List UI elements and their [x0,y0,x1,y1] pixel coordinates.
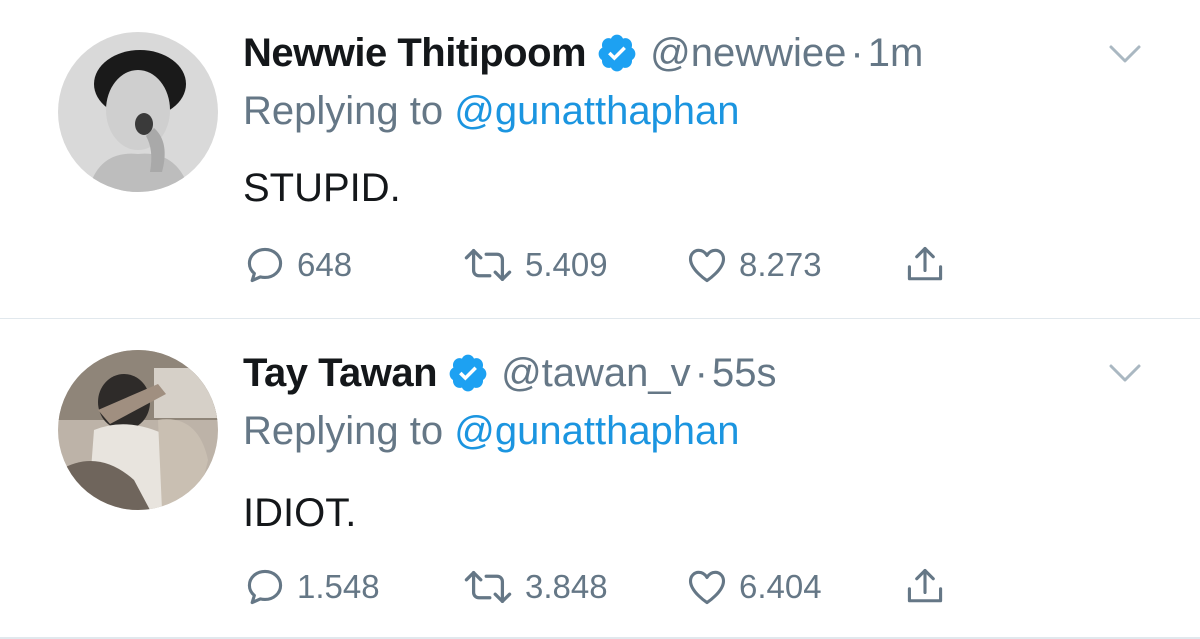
replying-to-label: Replying to [243,89,444,133]
retweet-count: 3.848 [525,568,608,605]
retweet-count: 5.409 [525,246,608,283]
retweet-icon [464,570,512,604]
like-count: 6.404 [739,568,822,605]
retweet-icon [464,248,512,282]
display-name[interactable]: Tay Tawan [243,351,438,396]
reply-handle-link[interactable]: @gunatthaphan [454,89,739,133]
share-button[interactable] [903,240,947,290]
avatar[interactable] [58,32,218,192]
like-button[interactable]: 6.404 [685,562,822,612]
tweet[interactable]: Tay Tawan @tawan_v · 55s Replying to @gu… [0,319,1200,639]
avatar[interactable] [58,350,218,510]
display-name[interactable]: Newwie Thitipoom [243,31,587,76]
tweet-header: Tay Tawan @tawan_v · 55s [243,348,777,398]
tweet-text: STUPID. [243,166,401,210]
replying-to: Replying to @gunatthaphan [243,409,740,454]
like-count: 8.273 [739,246,822,283]
share-button[interactable] [903,562,947,612]
like-button[interactable]: 8.273 [685,240,822,290]
retweet-button[interactable]: 5.409 [461,240,608,290]
share-icon [907,568,943,603]
share-icon [907,246,943,281]
verified-badge-icon [449,354,487,392]
timestamp[interactable]: 1m [868,31,924,76]
user-handle[interactable]: @tawan_v [501,351,691,396]
reply-handle-link[interactable]: @gunatthaphan [454,409,739,453]
retweet-button[interactable]: 3.848 [461,562,608,612]
heart-icon [688,570,726,605]
tweet[interactable]: Newwie Thitipoom @newwiee · 1m Replying … [0,0,1200,318]
reply-button[interactable]: 648 [243,240,352,290]
reply-button[interactable]: 1.548 [243,562,380,612]
replying-to: Replying to @gunatthaphan [243,89,740,134]
verified-badge-icon [598,34,636,72]
separator-dot: · [694,350,708,395]
tweet-text: IDIOT. [243,491,357,535]
separator-dot: · [850,30,864,75]
reply-bubble-icon [247,247,283,283]
chevron-down-icon[interactable] [1108,43,1142,65]
reply-bubble-icon [247,569,283,605]
reply-count: 1.548 [297,568,380,605]
reply-count: 648 [297,246,353,283]
replying-to-label: Replying to [243,409,444,453]
tweet-header: Newwie Thitipoom @newwiee · 1m [243,28,923,78]
heart-icon [688,248,726,283]
user-handle[interactable]: @newwiee [650,31,846,76]
timestamp[interactable]: 55s [712,351,777,396]
chevron-down-icon[interactable] [1108,362,1142,384]
